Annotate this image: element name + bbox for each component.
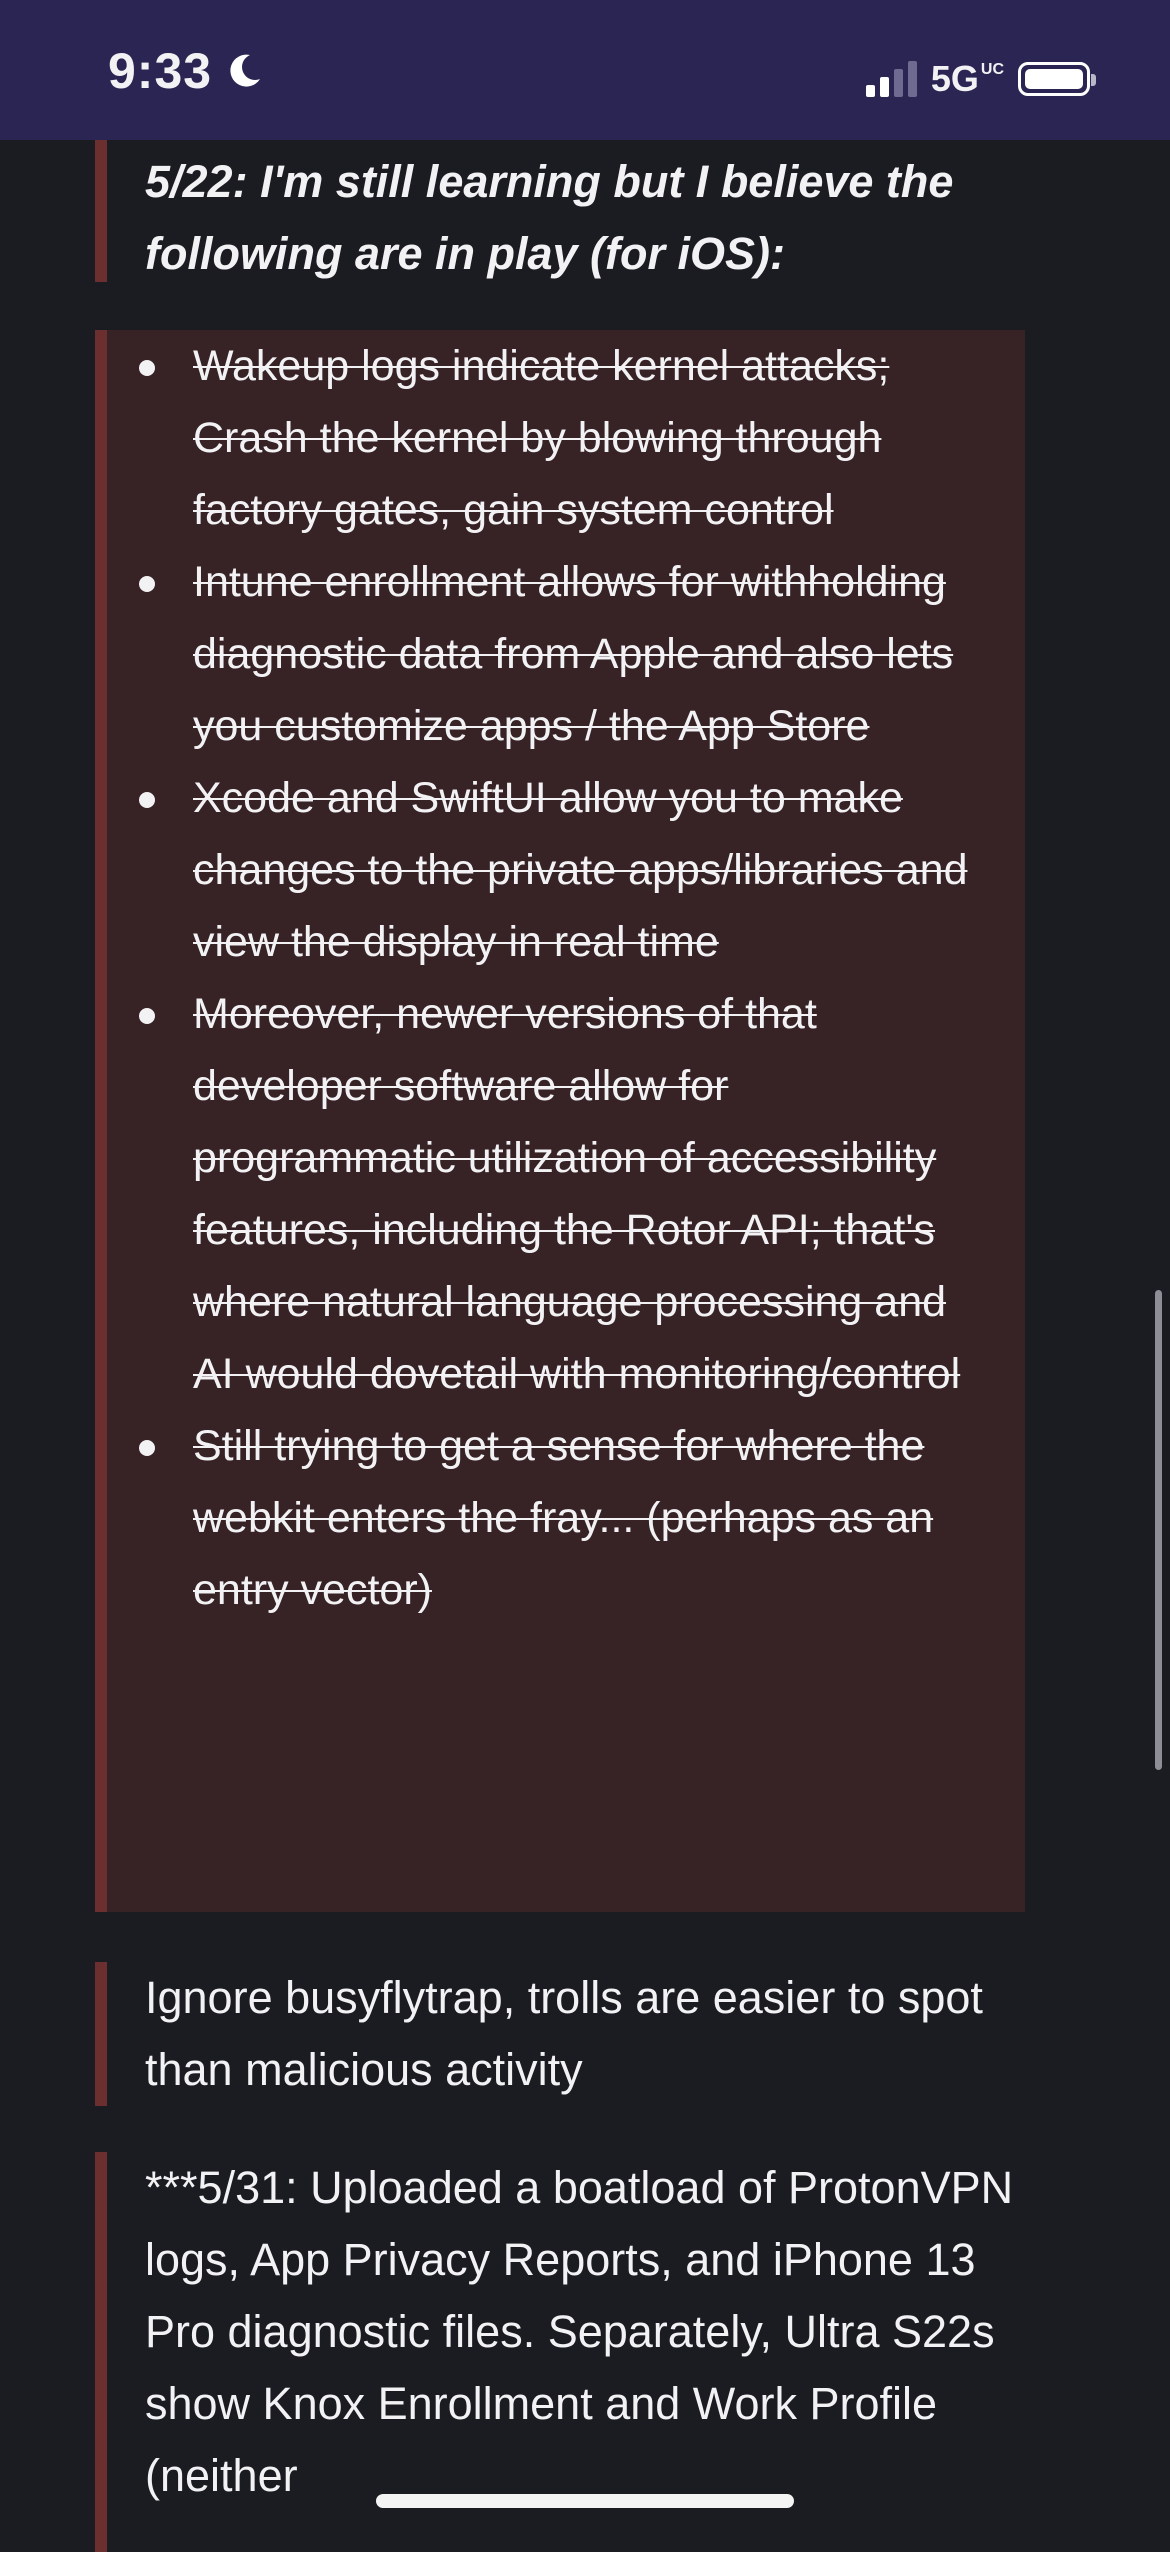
- signal-icon: [865, 61, 917, 97]
- struck-list-blockquote: Wakeup logs indicate kernel attacks; Cra…: [95, 330, 1025, 1912]
- list-item: Xcode and SwiftUI allow you to make chan…: [139, 762, 993, 978]
- list-item: Moreover, newer versions of that develop…: [139, 978, 993, 1410]
- list-item: Still trying to get a sense for where th…: [139, 1410, 993, 1626]
- list-item: Wakeup logs indicate kernel attacks; Cra…: [139, 330, 993, 546]
- upload-blockquote: ***5/31: Uploaded a boatload of ProtonVP…: [95, 2152, 1035, 2552]
- header-blockquote: 5/22: I'm still learning but I believe t…: [95, 140, 1035, 282]
- ignore-note: Ignore busyflytrap, trolls are easier to…: [145, 1972, 983, 2095]
- list-item: Intune enrollment allows for withholding…: [139, 546, 993, 762]
- home-indicator[interactable]: [376, 2494, 794, 2508]
- battery-icon: [1018, 62, 1096, 96]
- network-label: 5G UC: [931, 58, 1004, 100]
- scrollbar[interactable]: [1155, 1290, 1162, 1770]
- status-bar: 9:33 5G UC: [0, 0, 1170, 140]
- post-header: 5/22: I'm still learning but I believe t…: [145, 156, 954, 279]
- moon-icon: [230, 54, 261, 87]
- network-suffix: UC: [980, 61, 1004, 78]
- status-time: 9:33: [108, 42, 264, 100]
- clock-time: 9:33: [108, 43, 213, 99]
- network-type: 5G: [930, 58, 979, 99]
- struck-list: Wakeup logs indicate kernel attacks; Cra…: [139, 330, 993, 1626]
- status-indicators: 5G UC: [865, 58, 1096, 100]
- ignore-blockquote: Ignore busyflytrap, trolls are easier to…: [95, 1962, 1035, 2106]
- upload-note: ***5/31: Uploaded a boatload of ProtonVP…: [145, 2162, 1014, 2501]
